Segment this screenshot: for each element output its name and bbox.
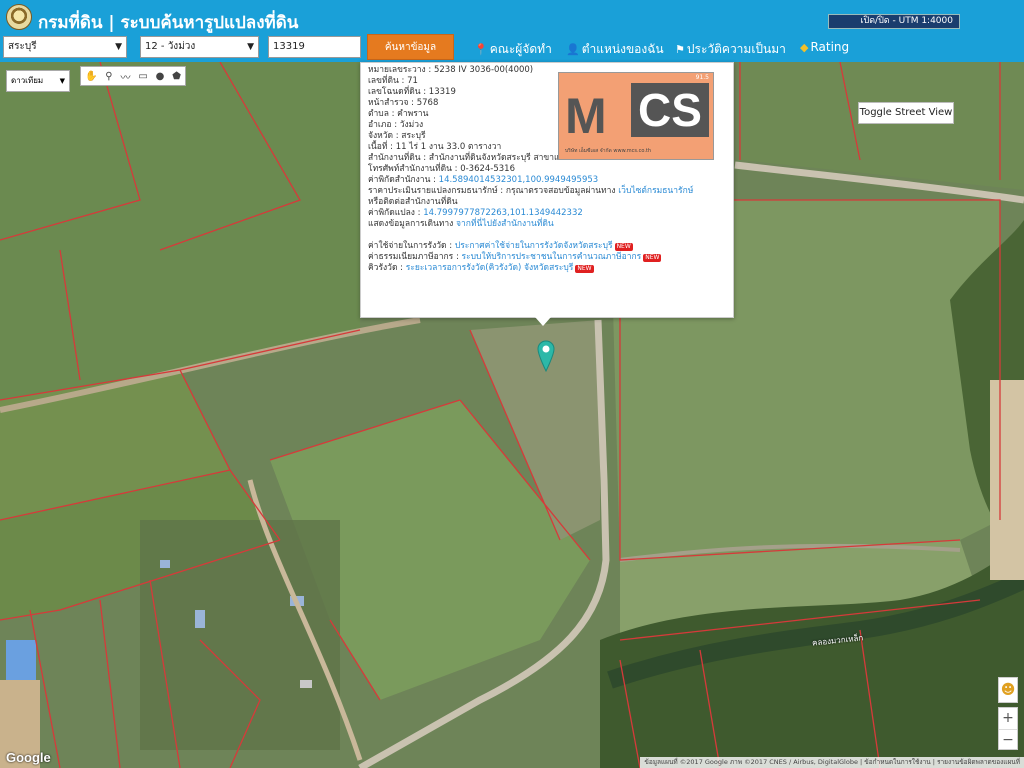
zoom-in-button[interactable]: + [999,708,1017,729]
hand-icon[interactable]: ✋ [85,71,97,82]
new-badge: NEW [575,265,594,273]
map-type-select[interactable]: ดาวเทียม ▼ [6,70,70,92]
drawing-toolbar: ✋ ⚲ 〰 ▭ ● ⬟ [80,66,186,86]
map-type-value: ดาวเทียม [11,76,44,85]
department-seal-logo [6,4,32,30]
price-row-2: หรือติดต่อสำนักงานที่ดิน [368,197,458,207]
nav-history-label: ประวัติความเป็นมา [686,42,786,56]
fee-row: ค่าธรรมเนียมภาษีอากร : ระบบให้บริการประช… [368,252,726,263]
bare-ground [990,380,1024,580]
route-row: แสดงข้อมูลการเดินทาง จากที่นี่ไปยังสำนัก… [368,219,726,230]
price-row: ราคาประเมินรายแปลงกรมธนารักษ์ : กรุณาตรว… [368,186,726,197]
pegman-icon[interactable]: ☻ [998,677,1018,703]
logo-version: 91.5 [695,74,709,81]
province-select-value: สระบุรี [8,41,37,52]
office-coord-link[interactable]: 14.5894014532301,100.9949495953 [439,175,599,185]
treasury-website-link[interactable]: เว็บไซต์กรมธนารักษ์ [618,186,693,196]
location-pin-icon[interactable] [537,340,555,372]
logo-text-m: M [565,88,607,144]
info-row: โทรศัพท์สำนักงานที่ดิน : 0-3624-5316 [368,164,515,174]
office-coord-row: ค่าพิกัดสำนักงาน : 14.5894014532301,100.… [368,175,726,186]
circle-icon[interactable]: ● [156,71,165,82]
rectangle-icon[interactable]: ▭ [138,71,147,82]
survey-fee-link[interactable]: ประกาศค่าใช้จ่ายในการรังวัดจังหวัดสระบุร… [455,241,613,251]
polygon-icon[interactable]: ⬟ [172,71,181,82]
tag-icon: ◆ [800,41,809,54]
price-label: ราคาประเมินรายแปลงกรมธนารักษ์ : กรุณาตรว… [368,186,619,196]
utm-toggle[interactable]: เปิด/ปิด - UTM 1:4000 [828,14,960,29]
logo-tagline: บริษัท เอ็มซีเอส จำกัด www.mcs.co.th [565,148,652,154]
nav-my-location-label: ตำแหน่งของฉัน [581,42,664,56]
parcel-coord-link[interactable]: 14.7997977872263,101.1349442332 [423,208,583,218]
chevron-down-icon: ▼ [59,77,65,85]
fee-row: คิวรังวัด : ระยะเวลารอการรังวัด(คิวรังวั… [368,263,726,274]
parcel-number-input[interactable]: 13319 [268,36,361,58]
utm-toggle-label: เปิด/ปิด - UTM 1:4000 [860,16,953,26]
survey-queue-link[interactable]: ระยะเวลารอการรังวัด(คิวรังวัด) จังหวัดสร… [406,263,574,273]
thumbtack-icon: 📍 [474,43,488,56]
site-title: กรมที่ดิน | ระบบค้นหารูปแปลงที่ดิน [38,13,299,33]
office-coord-label: ค่าพิกัดสำนักงาน : [368,175,439,185]
map-attribution[interactable]: ข้อมูลแผนที่ ©2017 Google ภาพ ©2017 CNES… [640,757,1024,768]
parcel-number-value: 13319 [273,41,305,52]
parcel-coord-row: ค่าพิกัดแปลง : 14.7997977872263,101.1349… [368,208,726,219]
roof [195,610,205,628]
logo-text-cs: CS [631,83,709,137]
chevron-down-icon: ▼ [247,42,254,52]
search-button[interactable]: ค้นหาข้อมูล [367,34,454,60]
nav-history[interactable]: ⚑ ประวัติความเป็นมา [675,40,786,59]
parcel-coord-label: ค่าพิกัดแปลง : [368,208,424,218]
toggle-street-view-button[interactable]: Toggle Street View [858,102,954,124]
fee-row: ค่าใช้จ่ายในการรังวัด : ประกาศค่าใช้จ่าย… [368,241,726,252]
district-select[interactable]: 12 - วังม่วง ▼ [140,36,259,58]
zoom-control: + − [998,707,1018,750]
route-link[interactable]: จากที่นี่ไปยังสำนักงานที่ดิน [456,219,554,229]
route-label: แสดงข้อมูลการเดินทาง [368,219,457,229]
tax-calculator-link[interactable]: ระบบให้บริการประชาชนในการคำนวณภาษีอากร [462,252,642,262]
nav-team[interactable]: 📍 คณะผู้จัดทำ [474,40,552,59]
fee-label: ค่าธรรมเนียมภาษีอากร : [368,252,462,262]
fee-label: ค่าใช้จ่ายในการรังวัด : [368,241,455,251]
new-badge: NEW [643,254,662,262]
app-header: กรมที่ดิน | ระบบค้นหารูปแปลงที่ดิน เปิด/… [0,0,1024,62]
popup-pointer [535,317,551,326]
fee-label: คิวรังวัด : [368,263,406,273]
nav-rating-label: Rating [810,40,850,54]
roof [160,560,170,568]
google-logo: Google [6,750,51,765]
roof [6,640,36,680]
new-badge: NEW [614,243,633,251]
district-select-value: 12 - วังม่วง [145,41,196,52]
nav-team-label: คณะผู้จัดทำ [489,42,552,56]
person-icon: 👤 [566,43,580,56]
marker-icon[interactable]: ⚲ [105,71,112,82]
province-select[interactable]: สระบุรี ▼ [3,36,127,58]
chevron-down-icon: ▼ [115,42,122,52]
flag-icon: ⚑ [675,43,685,56]
mcs-advertisement-logo[interactable]: M CS 91.5 บริษัท เอ็มซีเอส จำกัด www.mcs… [558,72,714,160]
zoom-out-button[interactable]: − [999,730,1017,751]
nav-rating[interactable]: ◆ Rating [800,40,849,54]
polyline-icon[interactable]: 〰 [120,69,130,84]
roof [300,680,312,688]
nav-my-location[interactable]: 👤 ตำแหน่งของฉัน [566,40,664,59]
